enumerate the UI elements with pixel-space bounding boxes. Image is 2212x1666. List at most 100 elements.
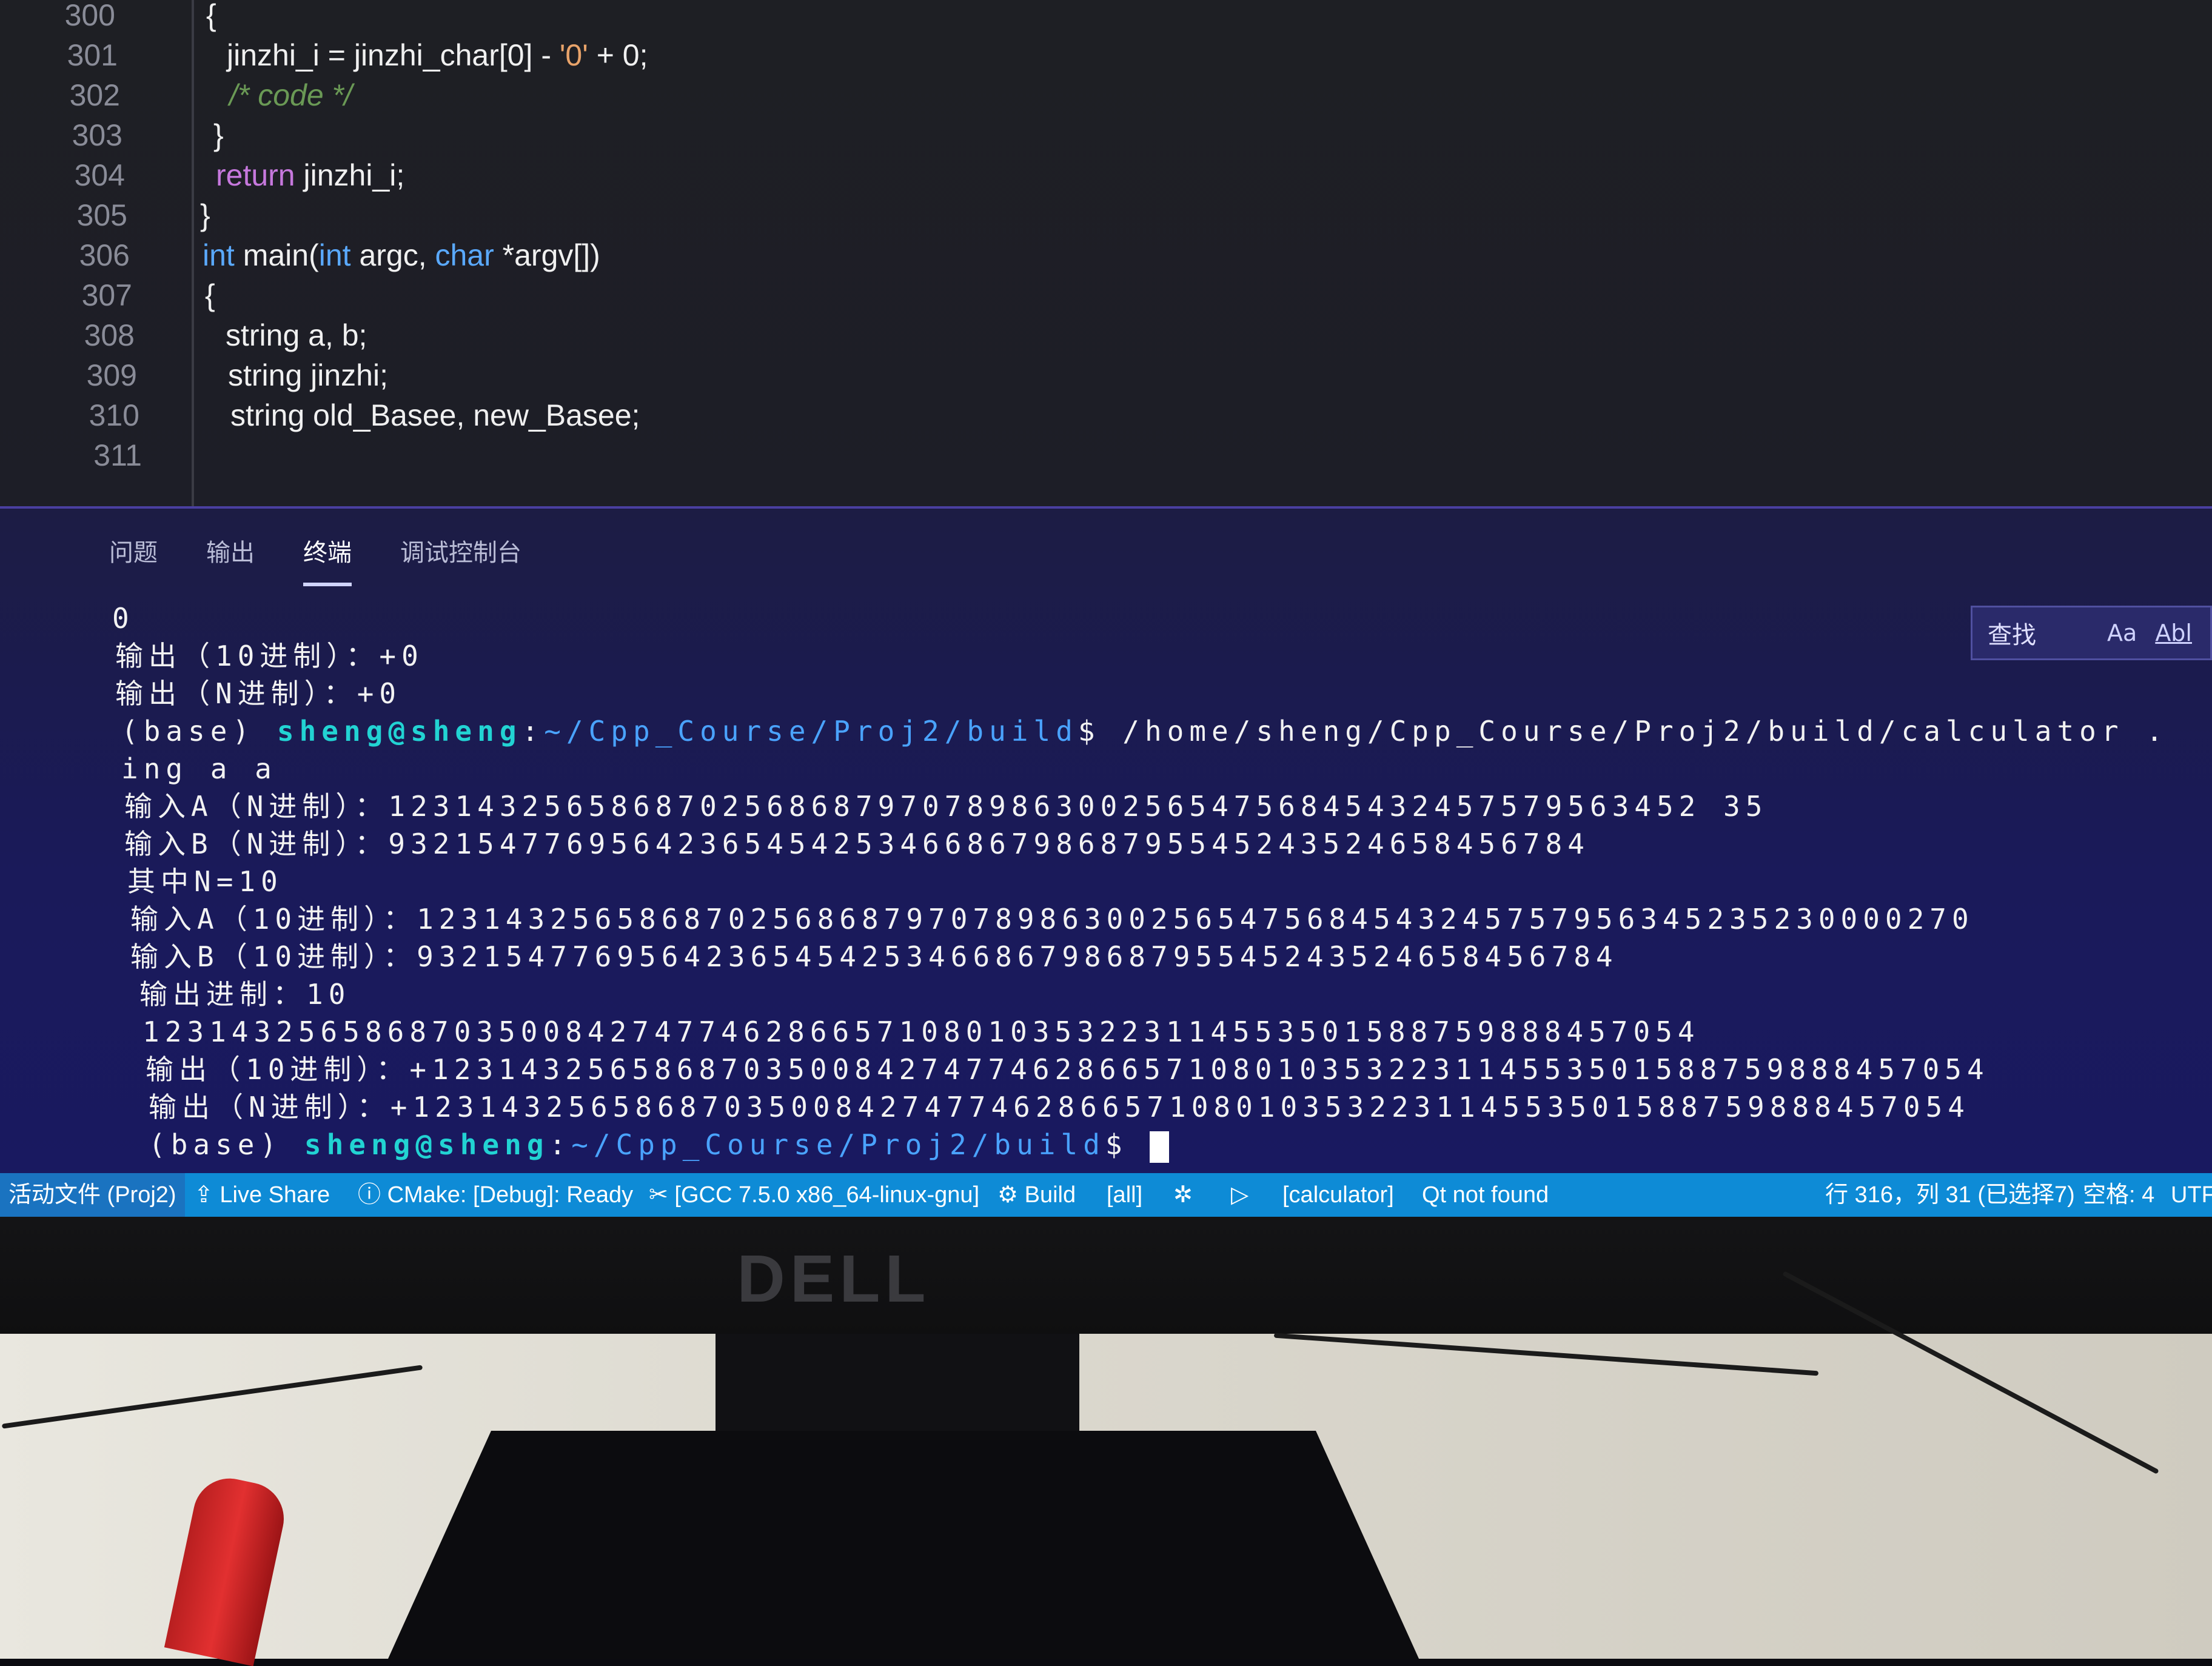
dell-logo: DELL bbox=[737, 1242, 931, 1316]
terminal-text: 输出（10进制）：+0 bbox=[115, 640, 424, 672]
code-line[interactable]: 310 string old_Basee, new_Basee; bbox=[0, 395, 2212, 435]
panel-tabs: 问题 输出 终端 调试控制台 bbox=[109, 521, 521, 586]
code-token: main( bbox=[234, 238, 319, 272]
prompt-user: sheng@sheng bbox=[304, 1128, 549, 1161]
line-number: 309 bbox=[86, 358, 137, 392]
terminal-line: 其中N=10 bbox=[127, 863, 283, 900]
terminal-line: (base) sheng@sheng:~/Cpp_Course/Proj2/bu… bbox=[121, 712, 2168, 750]
terminal-line: 输出（10进制）：+0 bbox=[115, 637, 424, 675]
status-launch-target[interactable]: [calculator] bbox=[1282, 1173, 1394, 1217]
terminal-line: 输入A（N进制）：1231432565868702568687970789863… bbox=[124, 788, 1768, 825]
terminal-text: 输出进制：10 bbox=[139, 978, 351, 1011]
code-text: jinzhi_i = jinzhi_char[0] - '0' + 0; bbox=[227, 35, 648, 75]
monitor-screen: 300 {301 jinzhi_i = jinzhi_char[0] - '0' +… bbox=[0, 0, 2212, 1237]
terminal-text: ing a a bbox=[121, 752, 277, 785]
code-token: int bbox=[203, 238, 235, 272]
code-editor[interactable]: 300 {301 jinzhi_i = jinzhi_char[0] - '0' +… bbox=[0, 0, 2212, 509]
code-token: '0' bbox=[559, 38, 588, 72]
match-case-toggle[interactable]: Aa bbox=[2107, 620, 2137, 646]
terminal-line: ing a a bbox=[121, 750, 277, 788]
status-cmake[interactable]: ⓘ CMake: [Debug]: Ready bbox=[358, 1173, 633, 1217]
terminal-cursor bbox=[1150, 1131, 1170, 1163]
line-number: 300 bbox=[64, 0, 115, 32]
terminal-text: $ /home/sheng/Cpp_Course/Proj2/build/cal… bbox=[1078, 715, 2168, 748]
status-bar: 活动文件 (Proj2) ⇪ Live Share ⓘ CMake: [Debu… bbox=[0, 1173, 2212, 1217]
terminal-text: 其中N=10 bbox=[127, 865, 283, 898]
code-token: } bbox=[200, 198, 210, 232]
terminal-line: 输出（N进制）：+1231432565868703500842747746286… bbox=[149, 1088, 1970, 1126]
debug-icon[interactable]: ✲ bbox=[1173, 1173, 1193, 1217]
tab-output[interactable]: 输出 bbox=[206, 521, 255, 575]
terminal-text: $ bbox=[1105, 1128, 1150, 1161]
code-line[interactable]: 302 /* code */ bbox=[0, 75, 2212, 115]
whole-word-toggle[interactable]: Abl bbox=[2155, 620, 2192, 646]
terminal-text: 输入B（10进制）：932154776956423654542534668679… bbox=[130, 940, 1618, 973]
code-token: + 0; bbox=[588, 38, 648, 72]
code-line[interactable]: 301 jinzhi_i = jinzhi_char[0] - '0' + 0; bbox=[0, 35, 2212, 75]
status-active-file[interactable]: 活动文件 (Proj2) bbox=[0, 1173, 185, 1217]
terminal-text: 0 bbox=[112, 602, 135, 635]
tab-problems[interactable]: 问题 bbox=[109, 521, 158, 575]
cmake-label: CMake: [Debug]: Ready bbox=[387, 1182, 634, 1208]
code-token: jinzhi_i = jinzhi_char[0] - bbox=[227, 38, 560, 72]
line-number: 303 bbox=[72, 118, 122, 152]
code-line[interactable]: 303} bbox=[0, 115, 2212, 155]
find-widget[interactable]: 查找 Aa Abl bbox=[1971, 606, 2212, 660]
code-line[interactable]: 307 { bbox=[0, 275, 2212, 315]
code-line[interactable]: 306 int main(int argc, char *argv[]) bbox=[0, 235, 2212, 275]
live-share-icon: ⇪ bbox=[194, 1182, 220, 1208]
kit-label: [GCC 7.5.0 x86_64-linux-gnu] bbox=[674, 1182, 980, 1208]
terminal-line: 输入B（10进制）：932154776956423654542534668679… bbox=[130, 938, 1618, 975]
status-indentation[interactable]: 空格: 4 bbox=[2083, 1173, 2154, 1217]
run-icon[interactable]: ▷ bbox=[1231, 1173, 1248, 1217]
terminal-line: 输出（N进制）：+0 bbox=[115, 675, 401, 712]
code-text: { bbox=[206, 0, 216, 35]
code-text: } bbox=[213, 115, 224, 155]
tab-terminal[interactable]: 终端 bbox=[303, 521, 352, 586]
terminal-text: 1231432565868703500842747746286657108010… bbox=[142, 1015, 1700, 1048]
line-number: 302 bbox=[69, 78, 120, 112]
status-live-share[interactable]: ⇪ Live Share bbox=[194, 1173, 330, 1217]
code-token: string a, b; bbox=[226, 318, 367, 352]
status-kit[interactable]: ✂ [GCC 7.5.0 x86_64-linux-gnu] bbox=[649, 1173, 979, 1217]
status-encoding[interactable]: UTF bbox=[2171, 1173, 2212, 1217]
code-token: argc, bbox=[350, 238, 435, 272]
status-build-target[interactable]: [all] bbox=[1107, 1173, 1142, 1217]
code-line[interactable]: 308 string a, b; bbox=[0, 315, 2212, 355]
prompt-path: ~/Cpp_Course/Proj2/build bbox=[544, 715, 1078, 748]
code-token: jinzhi_i; bbox=[295, 158, 405, 192]
code-line[interactable]: 311 bbox=[0, 435, 2212, 475]
terminal-text: (base) bbox=[121, 715, 277, 748]
code-text: { bbox=[205, 275, 215, 315]
gear-icon: ⚙ bbox=[997, 1182, 1025, 1208]
terminal-text: (base) bbox=[149, 1128, 304, 1161]
monitor-stand-neck bbox=[716, 1334, 1079, 1443]
monitor-bezel bbox=[0, 1217, 2212, 1338]
line-number: 306 bbox=[79, 238, 130, 272]
prompt-path: ~/Cpp_Course/Proj2/build bbox=[571, 1128, 1105, 1161]
status-qt[interactable]: Qt not found bbox=[1422, 1173, 1549, 1217]
status-cursor-position[interactable]: 行 316，列 31 (已选择7) bbox=[1825, 1173, 2075, 1217]
code-line[interactable]: 304 return jinzhi_i; bbox=[0, 155, 2212, 195]
info-icon: ⓘ bbox=[358, 1182, 387, 1208]
status-build[interactable]: ⚙ Build bbox=[997, 1173, 1076, 1217]
code-token: string old_Basee, new_Basee; bbox=[230, 398, 640, 432]
code-line[interactable]: 309 string jinzhi; bbox=[0, 355, 2212, 395]
line-number: 308 bbox=[84, 318, 135, 352]
terminal-text: 输出（N进制）：+0 bbox=[115, 677, 402, 710]
code-token: } bbox=[213, 118, 224, 152]
code-token: { bbox=[206, 0, 216, 32]
code-text: int main(int argc, char *argv[]) bbox=[203, 235, 600, 275]
terminal-text: : bbox=[521, 715, 545, 748]
code-line[interactable]: 300 { bbox=[0, 0, 2212, 35]
code-token: return bbox=[216, 158, 295, 192]
terminal-text: 输出（10进制）：+123143256586870350084274774628… bbox=[146, 1053, 1989, 1086]
tab-debug-console[interactable]: 调试控制台 bbox=[400, 521, 521, 575]
code-token: char bbox=[435, 238, 494, 272]
find-input[interactable]: 查找 bbox=[1988, 615, 2107, 651]
code-text: string a, b; bbox=[226, 315, 367, 355]
terminal-text: 输入A（N进制）：1231432565868702568687970789863… bbox=[124, 790, 1768, 823]
terminal-text: 输入A（10进制）：123143256586870256868797078986… bbox=[130, 903, 1974, 935]
code-line[interactable]: 305} bbox=[0, 195, 2212, 235]
terminal-text: : bbox=[549, 1128, 572, 1161]
